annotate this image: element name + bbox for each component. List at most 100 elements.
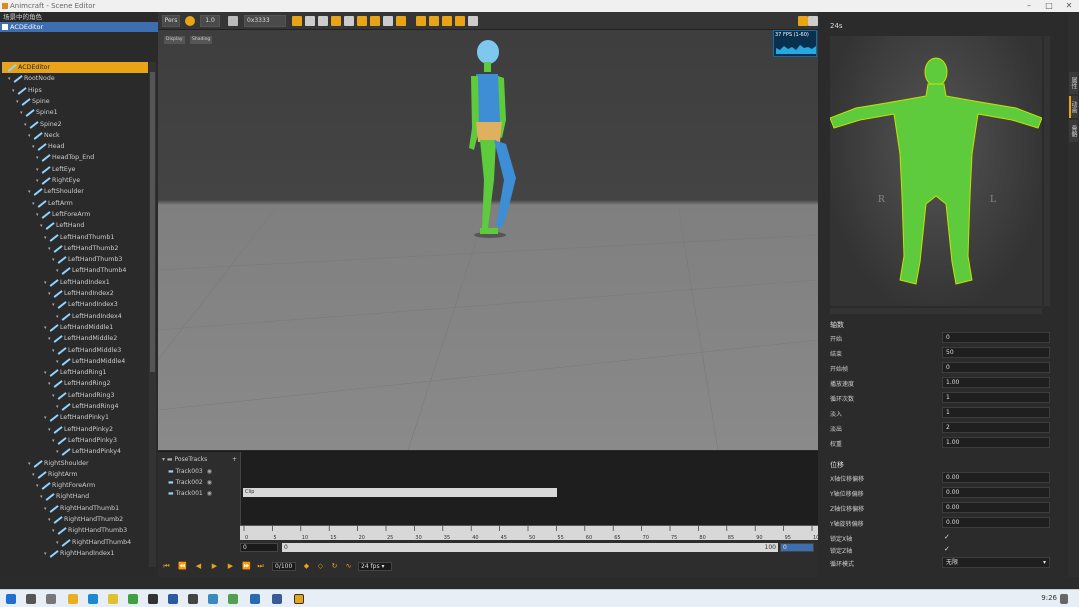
loop-icon[interactable]: ↻ [330, 562, 339, 571]
3d-viewport[interactable] [158, 30, 818, 450]
eye-icon[interactable]: ◉ [207, 468, 212, 475]
display-button[interactable]: Display [164, 36, 185, 44]
eye-icon[interactable]: ◉ [207, 490, 212, 497]
tree-node[interactable]: ▾ LeftHandPinky3 [52, 435, 117, 446]
cube-icon[interactable] [292, 16, 302, 26]
move-icon[interactable] [383, 16, 393, 26]
search-icon[interactable] [26, 594, 36, 604]
app-icon[interactable] [228, 594, 238, 604]
eye-icon[interactable]: ◉ [207, 479, 212, 486]
chrome-icon[interactable] [108, 594, 118, 604]
settings-icon[interactable] [808, 16, 818, 26]
tab-properties[interactable]: 属性 [1069, 72, 1078, 94]
tree-node[interactable]: ▾ RightHandThumb4 [56, 537, 131, 548]
explorer-icon[interactable] [68, 594, 78, 604]
checkbox-row[interactable]: 锁定Z轴 ✓ [830, 544, 1052, 556]
app-icon[interactable] [148, 594, 158, 604]
flag-icon[interactable] [357, 16, 367, 26]
sphere-icon[interactable] [185, 16, 195, 26]
checkbox-check[interactable]: ✓ [944, 533, 950, 541]
pose-icon[interactable] [455, 16, 465, 26]
tab-animation[interactable]: 动画 [1069, 96, 1078, 118]
range-end-field[interactable]: 0 [780, 543, 814, 552]
next-frame-icon[interactable]: ▶ [226, 562, 235, 571]
tree-node[interactable]: ▾ RightArm [32, 469, 78, 480]
keyframe-icon[interactable]: ◇ [316, 562, 325, 571]
tree-node[interactable]: ▾ Spine2 [24, 119, 62, 130]
goto-end-icon[interactable]: ⏭ [256, 562, 265, 571]
checkbox-check[interactable]: ✓ [944, 545, 950, 553]
start-icon[interactable] [6, 594, 16, 604]
tree-node[interactable]: ▾ RightHandThumb3 [52, 525, 127, 536]
tree-node[interactable]: ▾ LeftHandIndex1 [44, 277, 110, 288]
app-icon[interactable] [208, 594, 218, 604]
tree-node[interactable]: ▾ RightHandIndex1 [44, 548, 115, 559]
goto-start-icon[interactable]: ⏮ [162, 562, 171, 571]
color-value-field[interactable]: 0x3333 [244, 15, 286, 27]
speed-field[interactable]: 1.0 [200, 15, 220, 27]
character-checkbox[interactable] [2, 24, 8, 30]
layout-icon[interactable] [318, 16, 328, 26]
app-icon[interactable] [250, 594, 260, 604]
prev-key-icon[interactable]: ⏪ [178, 562, 187, 571]
property-value-field[interactable]: 0.00 [942, 487, 1050, 498]
tab-skeleton[interactable]: 骨骼 [1069, 120, 1078, 142]
prev-frame-icon[interactable]: ◀ [194, 562, 203, 571]
tree-node[interactable]: ▾ LeftHandThumb3 [52, 254, 122, 265]
property-value-field[interactable]: 0 [942, 362, 1050, 373]
animation-clip[interactable]: Clip [243, 488, 557, 497]
tree-node[interactable]: ▾ LeftArm [32, 198, 73, 209]
property-value-field[interactable]: 0 [942, 332, 1050, 343]
property-value-field[interactable]: 2 [942, 422, 1050, 433]
property-value-field[interactable]: 50 [942, 347, 1050, 358]
tree-node[interactable]: ▾ RightHand [40, 491, 89, 502]
tree-node[interactable]: ▾ LeftHandRing2 [48, 378, 111, 389]
tree-node[interactable]: ▾ LeftHandMiddle2 [48, 333, 117, 344]
tree-node[interactable]: ▾ Neck [28, 130, 60, 141]
edge-icon[interactable] [88, 594, 98, 604]
play-icon[interactable]: ▶ [210, 562, 219, 571]
property-value-field[interactable]: 0.00 [942, 517, 1050, 528]
track-row[interactable]: ▬ Track001 ◉ [168, 488, 212, 499]
camera-icon[interactable] [344, 16, 354, 26]
app-icon[interactable] [272, 594, 282, 604]
record-icon[interactable] [468, 16, 478, 26]
layers-icon[interactable] [331, 16, 341, 26]
tree-node[interactable]: ▾ RootNode [8, 73, 55, 84]
tree-node[interactable]: ▾ ACDEditor [2, 62, 148, 73]
next-key-icon[interactable]: ⏩ [242, 562, 251, 571]
property-value-field[interactable]: 1 [942, 407, 1050, 418]
bone-icon[interactable] [416, 16, 426, 26]
tree-node[interactable]: ▾ LeftHandPinky1 [44, 412, 109, 423]
tree-node[interactable]: ▾ LeftHandRing4 [56, 401, 119, 412]
bodymap-vscroll[interactable] [1044, 36, 1050, 306]
property-value-field[interactable]: 1.00 [942, 437, 1050, 448]
taskview-icon[interactable] [46, 594, 56, 604]
light-icon[interactable] [442, 16, 452, 26]
tree-node[interactable]: ▾ Spine1 [20, 107, 58, 118]
tree-node[interactable]: ▾ Hips [12, 85, 42, 96]
cursor-icon[interactable] [396, 16, 406, 26]
key-icon[interactable]: ◆ [302, 562, 311, 571]
pin-icon[interactable] [798, 16, 808, 26]
tree-node[interactable]: ▾ LeftHandPinky2 [48, 424, 113, 435]
tree-node[interactable]: ▾ LeftEye [36, 164, 75, 175]
range-start-field[interactable]: 0 [240, 543, 278, 552]
tree-node[interactable]: ▾ LeftHandThumb4 [56, 265, 126, 276]
outline-scroll-thumb[interactable] [150, 72, 155, 372]
close-icon[interactable]: ✕ [1059, 0, 1079, 12]
tree-node[interactable]: ▾ HeadTop_End [36, 152, 94, 163]
tree-node[interactable]: ▾ LeftHandIndex3 [52, 299, 118, 310]
outline-scrollbar[interactable] [149, 62, 156, 567]
minimize-icon[interactable]: – [1019, 0, 1039, 12]
property-value-field[interactable]: 1.00 [942, 377, 1050, 388]
tree-node[interactable]: ▾ RightEye [36, 175, 80, 186]
tree-node[interactable]: ▾ RightForeArm [36, 480, 95, 491]
tree-node[interactable]: ▾ Head [32, 141, 64, 152]
grid-icon[interactable] [305, 16, 315, 26]
tree-node[interactable]: ▾ LeftHandRing1 [44, 367, 107, 378]
view-mode-button[interactable]: Pers [162, 15, 180, 27]
tree-node[interactable]: ▾ LeftHandMiddle4 [56, 356, 125, 367]
frame-counter[interactable]: 0/100 [272, 562, 296, 571]
tree-node[interactable]: ▾ LeftForeArm [36, 209, 90, 220]
